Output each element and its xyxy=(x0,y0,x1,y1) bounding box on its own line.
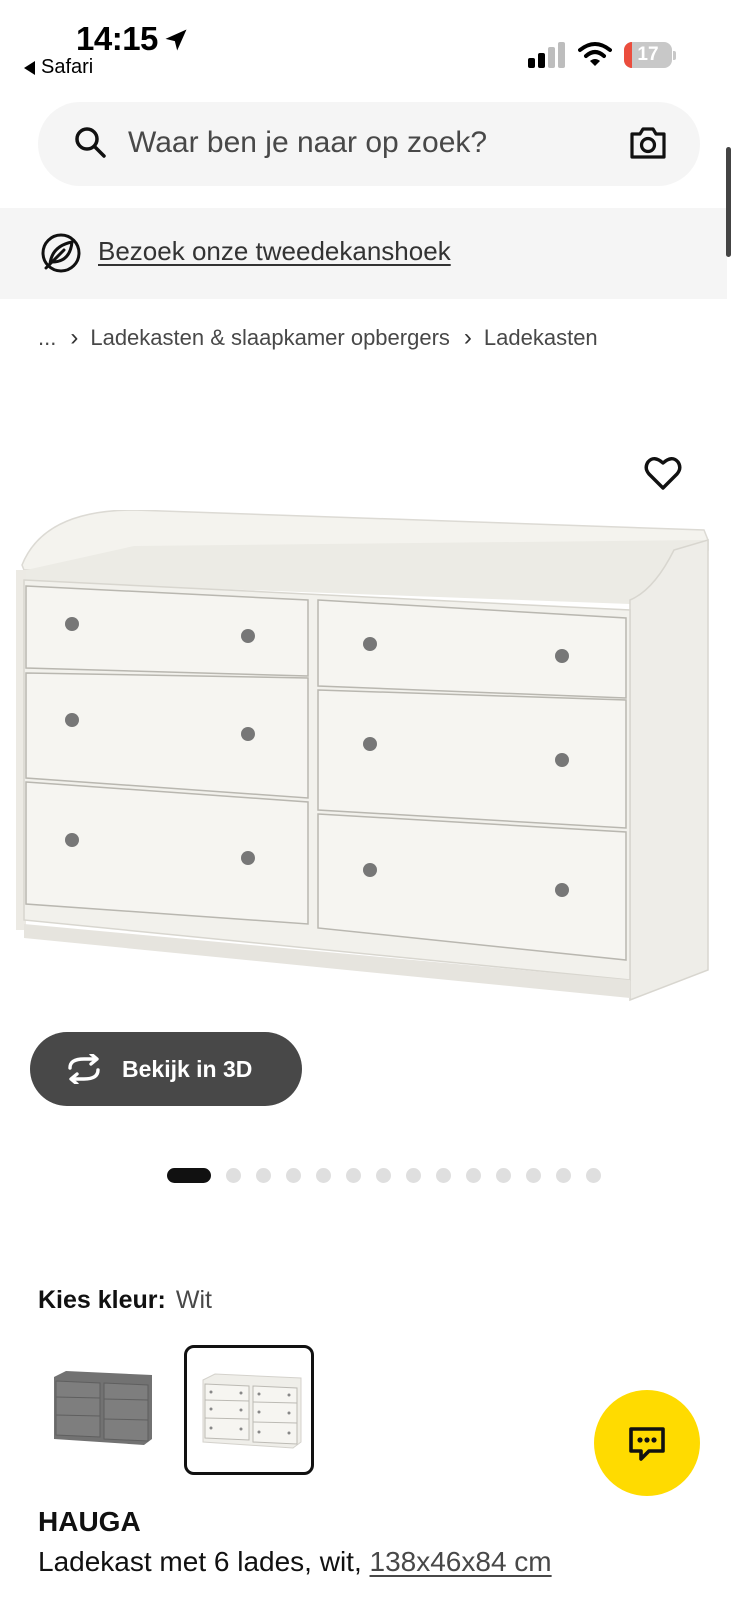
location-arrow-icon xyxy=(165,29,187,51)
search-bar xyxy=(38,102,700,186)
carousel-dot[interactable] xyxy=(256,1167,271,1183)
dresser-white-thumbnail xyxy=(202,1373,302,1449)
rotate-3d-icon xyxy=(68,1054,100,1084)
product-image[interactable] xyxy=(14,510,729,1020)
product-description-text: Ladekast met 6 lades, wit, xyxy=(38,1546,362,1577)
product-description: Ladekast met 6 lades, wit, 138x46x84 cm xyxy=(38,1546,552,1578)
color-label-title: Kies kleur: xyxy=(38,1286,166,1314)
carousel-dot[interactable] xyxy=(586,1167,601,1183)
status-bar: 14:15 Safari 17 xyxy=(0,0,739,96)
search-icon[interactable] xyxy=(72,124,108,160)
heart-icon[interactable] xyxy=(644,455,682,491)
carousel-dot[interactable] xyxy=(436,1167,451,1183)
back-app-label: Safari xyxy=(41,56,94,78)
dimensions-link[interactable]: 138x46x84 cm xyxy=(370,1546,552,1577)
color-value: Wit xyxy=(175,1286,212,1314)
clock: 14:15 xyxy=(76,20,158,57)
carousel-dots xyxy=(167,1167,601,1183)
chevron-right-icon: › xyxy=(70,324,79,351)
carousel-dot[interactable] xyxy=(406,1167,421,1183)
carousel-dot[interactable] xyxy=(376,1167,391,1183)
carousel-dot[interactable] xyxy=(496,1167,511,1183)
color-label: Kies kleur: Wit xyxy=(38,1286,212,1315)
carousel-dot[interactable] xyxy=(556,1167,571,1183)
battery-indicator: 17 xyxy=(624,42,676,68)
breadcrumb-item-category[interactable]: Ladekasten & slaapkamer opbergers xyxy=(90,325,450,351)
view-3d-button[interactable]: Bekijk in 3D xyxy=(30,1032,302,1106)
color-swatch-grey[interactable] xyxy=(38,1345,168,1475)
search-input[interactable] xyxy=(128,120,598,166)
back-to-app[interactable]: Safari xyxy=(24,56,93,79)
battery-level: 17 xyxy=(637,44,659,65)
second-chance-link[interactable]: Bezoek onze tweedekanshoek xyxy=(98,236,451,267)
breadcrumb-item-current[interactable]: Ladekasten xyxy=(484,325,598,351)
scroll-indicator[interactable] xyxy=(726,147,731,257)
leaf-icon xyxy=(41,233,81,273)
carousel-dot[interactable] xyxy=(526,1167,541,1183)
carousel-dot[interactable] xyxy=(226,1167,241,1183)
color-swatch-white[interactable] xyxy=(184,1345,314,1475)
breadcrumb-ellipsis[interactable]: ... xyxy=(38,325,56,351)
carousel-dot-active[interactable] xyxy=(167,1167,211,1183)
carousel-dot[interactable] xyxy=(316,1167,331,1183)
back-triangle-icon xyxy=(24,60,35,75)
chat-button[interactable] xyxy=(594,1390,700,1496)
chevron-right-icon: › xyxy=(463,324,472,351)
wifi-icon xyxy=(578,42,612,66)
second-chance-banner: Bezoek onze tweedekanshoek xyxy=(0,208,727,299)
carousel-dot[interactable] xyxy=(466,1167,481,1183)
carousel-dot[interactable] xyxy=(286,1167,301,1183)
camera-icon[interactable] xyxy=(628,124,668,162)
view-3d-label: Bekijk in 3D xyxy=(122,1055,253,1082)
cellular-signal-icon xyxy=(528,42,565,68)
breadcrumb: ... › Ladekasten & slaapkamer opbergers … xyxy=(38,322,598,354)
carousel-dot[interactable] xyxy=(346,1167,361,1183)
dresser-grey-thumbnail xyxy=(54,1371,152,1445)
product-name: HAUGA xyxy=(38,1506,141,1537)
chat-icon xyxy=(629,1427,665,1461)
